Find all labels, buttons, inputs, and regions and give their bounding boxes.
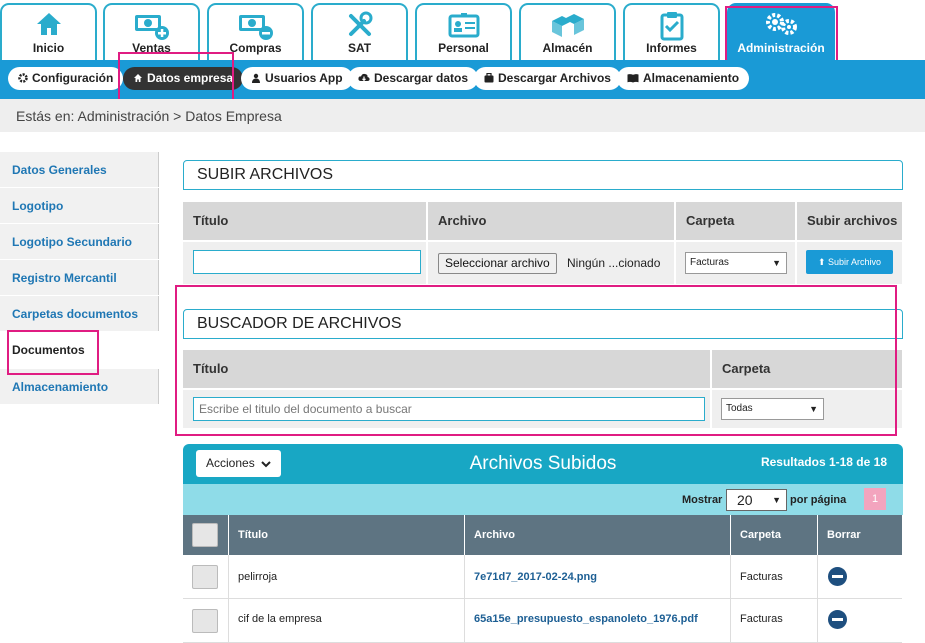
tools-icon <box>313 11 406 41</box>
row-checkbox[interactable] <box>192 565 218 589</box>
pagination-bar: Mostrar 20 ▼ por página 1 <box>183 484 903 515</box>
row-title: pelirroja <box>229 555 465 599</box>
breadcrumb: Estás en: Administración > Datos Empresa <box>0 99 925 132</box>
tab-label: SAT <box>347 41 372 55</box>
select-all-checkbox[interactable] <box>192 523 218 547</box>
gear-icon <box>18 73 28 83</box>
id-card-icon <box>417 11 510 41</box>
select-value: Facturas <box>690 257 729 268</box>
sidebar-item-logotipo[interactable]: Logotipo <box>0 188 159 223</box>
table-header-carpeta: Carpeta <box>731 515 818 555</box>
table-header-titulo: Título <box>229 515 465 555</box>
highlight-frame <box>118 52 234 103</box>
page-button-1[interactable]: 1 <box>864 488 886 510</box>
row-folder: Facturas <box>731 555 818 599</box>
row-delete-cell <box>818 555 902 599</box>
upload-folder-select[interactable]: Facturas ▼ <box>685 252 787 274</box>
clipboard-icon <box>625 11 718 41</box>
upload-submit-button[interactable]: ⬆ Subir Archivo <box>806 250 893 274</box>
home-icon <box>2 11 95 41</box>
row-title: cif de la empresa <box>229 599 465 643</box>
table-header-archivo: Archivo <box>465 515 731 555</box>
subnav-descargar-datos[interactable]: Descargar datos <box>348 67 479 90</box>
upload-header-titulo: Título <box>183 202 428 240</box>
upload-panel-title: SUBIR ARCHIVOS <box>183 160 903 190</box>
results-count: Resultados 1-18 de 18 <box>760 455 887 469</box>
choose-file-button[interactable]: Seleccionar archivo <box>438 253 557 274</box>
subnav-almacenamiento[interactable]: Almacenamiento <box>617 67 750 90</box>
tab-label: Almacén <box>542 41 593 55</box>
tab-sat[interactable]: SAT <box>311 3 408 60</box>
delete-icon[interactable] <box>828 610 847 629</box>
select-value: 20 <box>737 492 753 508</box>
per-page-select[interactable]: 20 ▼ <box>726 489 787 511</box>
subnav-label: Descargar datos <box>374 71 469 85</box>
subnav-label: Descargar Archivos <box>498 71 611 85</box>
upload-submit-label: Subir Archivo <box>828 257 882 267</box>
tab-label: Personal <box>438 41 489 55</box>
caret-down-icon: ▼ <box>772 495 781 505</box>
boxes-icon <box>521 11 614 41</box>
upload-form: Título Archivo Carpeta Subir archivos Se… <box>183 202 902 284</box>
sidebar-item-registro-mercantil[interactable]: Registro Mercantil <box>0 260 159 295</box>
row-folder: Facturas <box>731 599 818 643</box>
subnav-descargar-archivos[interactable]: Descargar Archivos <box>474 67 621 90</box>
subnav-label: Almacenamiento <box>643 71 740 85</box>
tab-label: Informes <box>646 41 697 55</box>
row-checkbox[interactable] <box>192 609 218 633</box>
row-file-link[interactable]: 65a15e_presupuesto_espanoleto_1976.pdf <box>465 599 731 643</box>
row-delete-cell <box>818 599 902 643</box>
upload-header-archivo: Archivo <box>428 202 676 240</box>
table-header-select <box>183 515 229 555</box>
highlight-frame <box>7 330 99 375</box>
file-status-text: Ningún ...cionado <box>567 256 661 270</box>
book-icon <box>627 74 639 83</box>
cloud-download-icon <box>358 73 370 82</box>
upload-header-carpeta: Carpeta <box>676 202 797 240</box>
subnav-configuracion[interactable]: Configuración <box>8 67 124 90</box>
user-icon <box>252 73 260 83</box>
tab-label: Inicio <box>32 41 65 55</box>
tab-almacen[interactable]: Almacén <box>519 3 616 60</box>
subnav-label: Configuración <box>32 71 114 85</box>
files-banner: Acciones Archivos Subidos Resultados 1-1… <box>183 444 903 484</box>
tab-inicio[interactable]: Inicio <box>0 3 97 60</box>
show-label: Mostrar <box>682 494 723 506</box>
upload-header-subir: Subir archivos <box>797 202 902 240</box>
delete-icon[interactable] <box>828 567 847 586</box>
cash-plus-icon <box>105 11 198 41</box>
table-header-borrar: Borrar <box>818 515 902 555</box>
row-select-cell <box>183 599 229 643</box>
tab-informes[interactable]: Informes <box>623 3 720 60</box>
cash-minus-icon <box>209 11 302 41</box>
caret-down-icon: ▼ <box>772 258 781 268</box>
highlight-frame <box>175 285 897 436</box>
subnav-usuarios-app[interactable]: Usuarios App <box>241 67 353 90</box>
per-page-suffix: por página <box>790 494 847 506</box>
sidebar-item-carpetas-documentos[interactable]: Carpetas documentos <box>0 296 159 331</box>
briefcase-icon <box>484 72 494 83</box>
sidebar-item-datos-generales[interactable]: Datos Generales <box>0 152 159 187</box>
subnav-label: Usuarios App <box>265 71 343 85</box>
upload-icon: ⬆ <box>817 257 826 267</box>
tab-personal[interactable]: Personal <box>415 3 512 60</box>
row-file-link[interactable]: 7e71d7_2017-02-24.png <box>465 555 731 599</box>
sidebar-item-logotipo-secundario[interactable]: Logotipo Secundario <box>0 224 159 259</box>
upload-title-input[interactable] <box>193 250 421 274</box>
row-select-cell <box>183 555 229 599</box>
